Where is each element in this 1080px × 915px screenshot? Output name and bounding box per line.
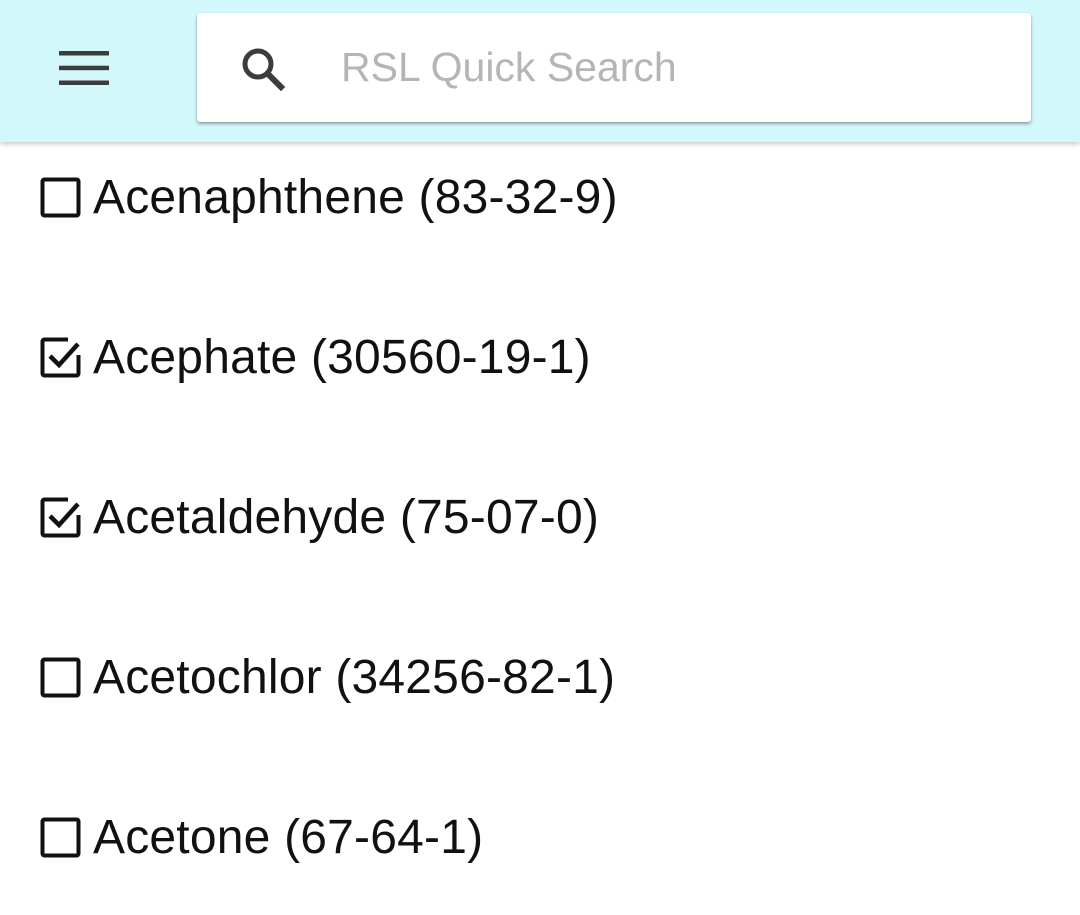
- hamburger-menu-icon: [59, 51, 109, 85]
- list-item[interactable]: Acetaldehyde (75-07-0): [40, 477, 599, 557]
- checkbox-checked-icon[interactable]: [40, 337, 81, 378]
- checkbox-unchecked-icon[interactable]: [40, 657, 81, 698]
- search-input[interactable]: [341, 31, 1001, 103]
- search-icon: [242, 48, 286, 92]
- list-item-label: Acephate (30560-19-1): [93, 330, 591, 384]
- checkbox-unchecked-icon[interactable]: [40, 177, 81, 218]
- search-bar[interactable]: [197, 13, 1031, 122]
- app-header: [0, 0, 1080, 142]
- checkbox-unchecked-icon[interactable]: [40, 817, 81, 858]
- checkbox-checked-icon[interactable]: [40, 497, 81, 538]
- list-item-label: Acetone (67-64-1): [93, 810, 484, 864]
- chemical-list: Acenaphthene (83-32-9) Acephate (30560-1…: [0, 142, 1080, 915]
- list-item-label: Acenaphthene (83-32-9): [93, 170, 618, 224]
- list-item[interactable]: Acetochlor (34256-82-1): [40, 637, 615, 717]
- list-item[interactable]: Acetone (67-64-1): [40, 797, 483, 877]
- list-item[interactable]: Acenaphthene (83-32-9): [40, 157, 618, 237]
- list-item-label: Acetaldehyde (75-07-0): [93, 490, 600, 544]
- list-item[interactable]: Acephate (30560-19-1): [40, 317, 591, 397]
- menu-button[interactable]: [44, 28, 124, 108]
- list-item-label: Acetochlor (34256-82-1): [93, 650, 616, 704]
